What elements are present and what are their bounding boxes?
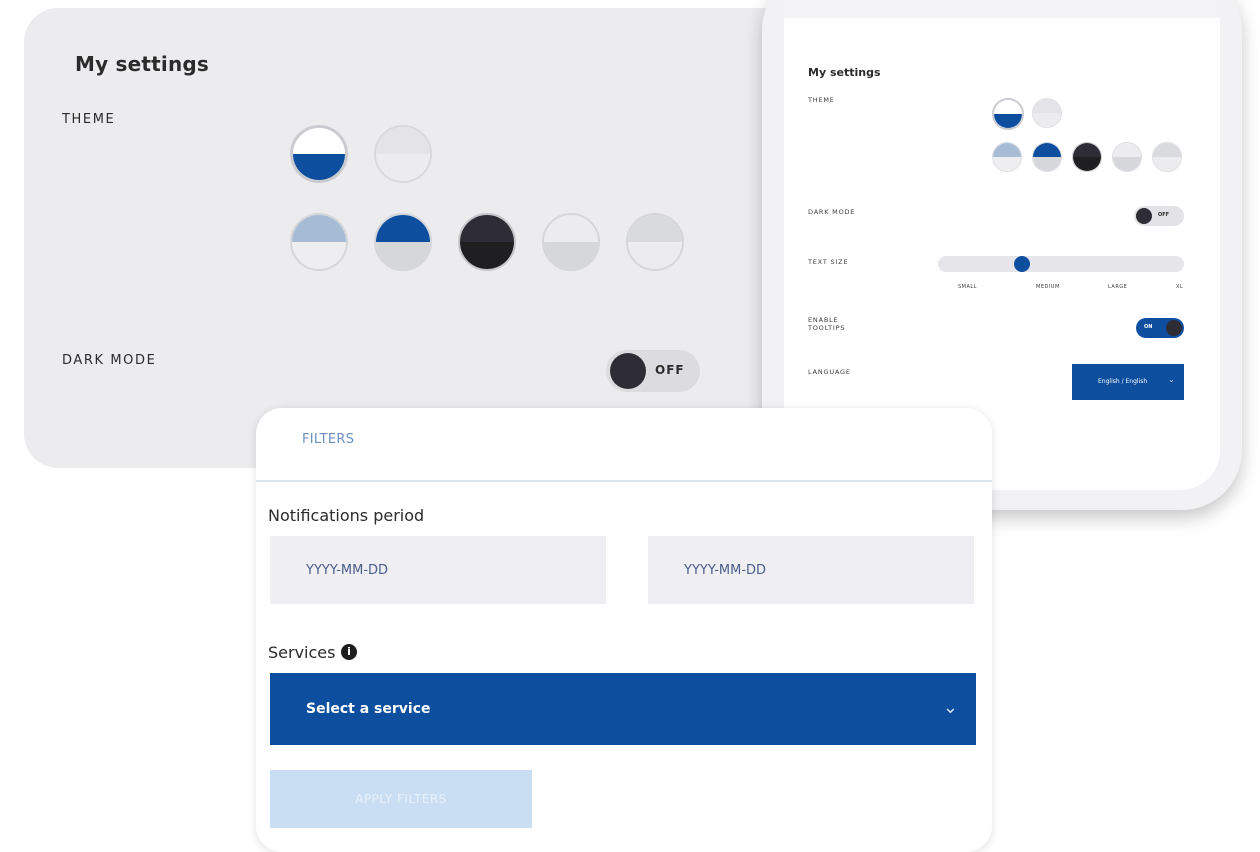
phone-tooltips-label: ENABLE TOOLTIPS (808, 316, 846, 332)
phone-tooltips-toggle[interactable]: ON (1136, 318, 1184, 338)
tab-filters[interactable]: FILTERS (302, 432, 354, 447)
service-select[interactable]: Select a service ⌄ (270, 673, 976, 745)
chevron-down-icon: ⌄ (1168, 375, 1175, 384)
theme-swatch-blue-white[interactable] (290, 125, 348, 183)
toggle-state: OFF (655, 363, 685, 377)
tab-divider (256, 480, 992, 482)
text-size-tick-xl: XL (1176, 284, 1184, 290)
phone-accent-swatch-blue[interactable] (1032, 142, 1062, 172)
toggle-knob (610, 353, 646, 389)
phone-language-select[interactable]: English / English ⌄ (1072, 364, 1184, 400)
phone-language-value: English / English (1098, 378, 1148, 385)
accent-swatch-lighter-gray[interactable] (626, 213, 684, 271)
phone-theme-swatch-light[interactable] (1032, 98, 1062, 128)
settings-card: My settings THEME DARK MODE OFF (24, 8, 844, 468)
phone-toggle-knob (1136, 208, 1152, 224)
service-select-value: Select a service (306, 701, 431, 717)
phone-accent-swatch-light-blue[interactable] (992, 142, 1022, 172)
accent-swatch-light-blue[interactable] (290, 213, 348, 271)
end-date-input[interactable] (648, 536, 974, 604)
phone-settings-title: My settings (808, 66, 881, 79)
info-icon[interactable]: i (341, 644, 357, 660)
phone-toggle-state: OFF (1158, 212, 1170, 218)
phone-top-bar (784, 0, 1220, 18)
filters-card: FILTERS Notifications period Services i … (256, 408, 992, 852)
start-date-input[interactable] (270, 536, 606, 604)
text-size-tick-small: SMALL (958, 284, 977, 290)
phone-theme-swatch-blue-white[interactable] (992, 98, 1024, 130)
phone-tooltips-knob (1166, 320, 1182, 336)
phone-text-size-label: TEXT SIZE (808, 258, 849, 266)
theme-swatch-light[interactable] (374, 125, 432, 183)
phone-dark-mode-toggle[interactable]: OFF (1134, 206, 1184, 226)
dark-mode-toggle[interactable]: OFF (606, 350, 700, 392)
dark-mode-label: DARK MODE (62, 353, 157, 368)
phone-accent-swatch-black[interactable] (1072, 142, 1102, 172)
phone-accent-swatch-lighter-gray[interactable] (1152, 142, 1182, 172)
text-size-slider[interactable] (938, 256, 1184, 272)
phone-tooltips-state: ON (1144, 324, 1153, 330)
text-size-tick-large: LARGE (1108, 284, 1128, 290)
text-size-slider-thumb[interactable] (1014, 256, 1030, 272)
text-size-tick-medium: MEDIUM (1036, 284, 1060, 290)
notifications-period-label: Notifications period (268, 506, 425, 525)
phone-language-label: LANGUAGE (808, 368, 851, 376)
theme-label: THEME (62, 112, 116, 127)
accent-swatch-black[interactable] (458, 213, 516, 271)
chevron-down-icon: ⌄ (942, 697, 958, 718)
accent-swatch-blue[interactable] (374, 213, 432, 271)
services-label: Services (268, 643, 336, 662)
phone-dark-mode-label: DARK MODE (808, 208, 856, 216)
phone-theme-label: THEME (808, 96, 835, 104)
accent-swatch-light-gray[interactable] (542, 213, 600, 271)
phone-accent-swatch-light-gray[interactable] (1112, 142, 1142, 172)
apply-filters-button[interactable]: APPLY FILTERS (270, 770, 532, 828)
settings-title: My settings (75, 52, 210, 76)
